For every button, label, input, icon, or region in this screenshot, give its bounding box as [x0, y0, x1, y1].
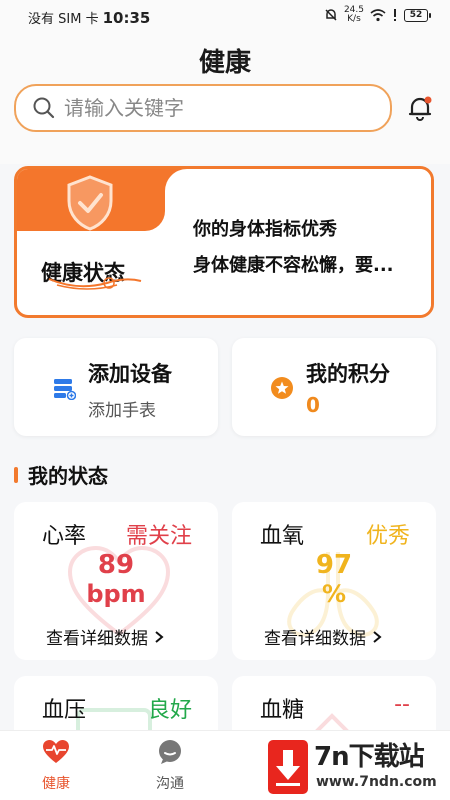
health-status-card[interactable]: 健康状态 你的身体指标优秀 身体健康不容松懈，要... — [14, 166, 434, 318]
heart-rate-value: 89 — [97, 550, 135, 580]
swoosh-decoration — [48, 277, 142, 290]
page-title: 健康 — [198, 48, 251, 78]
add-device-title: 添加设备 — [88, 362, 172, 386]
notification-bell-icon[interactable] — [406, 94, 434, 122]
blood-oxygen-state: 优秀 — [365, 524, 410, 549]
network-speed: 24.5 K/s — [344, 6, 364, 24]
section-accent-bar — [14, 466, 18, 483]
add-device-card[interactable]: 添加设备 添加手表 — [14, 338, 218, 436]
blood-oxygen-card[interactable]: 血氧 优秀 97 % 查看详细数据 — [232, 502, 436, 660]
chevron-right-icon — [155, 630, 164, 643]
blood-oxygen-value: 97 — [315, 550, 353, 580]
tab-communicate[interactable]: 沟通 — [130, 739, 210, 793]
mute-icon — [325, 9, 337, 21]
battery-icon: 52 — [404, 8, 431, 22]
my-points-value: 0 — [306, 393, 320, 417]
site-watermark: 7n下载站 www.7ndn.com — [264, 736, 450, 800]
search-input[interactable] — [64, 96, 364, 120]
health-summary: 你的身体指标优秀 — [193, 219, 337, 240]
heart-rate-unit: bpm — [86, 580, 146, 608]
tab-health[interactable]: 健康 — [16, 739, 96, 793]
chevron-right-icon — [373, 630, 382, 643]
chat-bubble-icon — [159, 740, 181, 764]
download-logo-icon — [268, 740, 308, 794]
watermark-url: www.7ndn.com — [316, 774, 437, 790]
add-device-subtitle: 添加手表 — [88, 401, 156, 421]
heart-rate-name: 心率 — [42, 524, 87, 549]
section-title: 我的状态 — [28, 464, 108, 488]
heart-rate-detail-label: 查看详细数据 — [46, 629, 148, 649]
carrier-text: 没有 SIM 卡 — [28, 12, 99, 27]
heart-rate-state: 需关注 — [125, 524, 192, 549]
header: 健康 — [0, 34, 450, 164]
search-bar[interactable] — [14, 84, 392, 132]
heart-rate-detail-link[interactable]: 查看详细数据 — [46, 624, 164, 649]
speed-unit: K/s — [347, 14, 361, 24]
blood-oxygen-name: 血氧 — [260, 524, 305, 549]
my-points-title: 我的积分 — [306, 362, 390, 386]
blood-pressure-state: 良好 — [147, 698, 192, 723]
my-points-card[interactable]: 我的积分 0 — [232, 338, 436, 436]
points-star-icon — [271, 377, 293, 399]
blood-oxygen-detail-link[interactable]: 查看详细数据 — [264, 624, 382, 649]
shield-check-icon — [67, 175, 113, 231]
status-bar: 没有 SIM 卡 10:35 24.5 K/s 52 — [0, 0, 450, 34]
clock: 10:35 — [102, 8, 151, 27]
alert-icon — [394, 9, 396, 21]
tab-health-label: 健康 — [42, 776, 70, 792]
blood-sugar-state: -- — [394, 692, 410, 717]
wifi-icon — [370, 9, 386, 22]
blood-sugar-name: 血糖 — [260, 698, 305, 723]
status-right: 24.5 K/s 52 — [324, 6, 431, 24]
watermark-title: 7n下载站 — [314, 742, 425, 772]
section-my-status: 我的状态 — [14, 460, 108, 489]
search-icon — [33, 97, 55, 119]
heart-rate-card[interactable]: 心率 需关注 89 bpm 查看详细数据 — [14, 502, 218, 660]
blood-oxygen-detail-label: 查看详细数据 — [264, 629, 366, 649]
blood-pressure-name: 血压 — [42, 698, 87, 723]
blood-oxygen-unit: % — [321, 580, 347, 608]
health-card-content-bg — [165, 169, 431, 315]
health-advice: 身体健康不容松懈，要... — [193, 255, 394, 276]
device-icon — [54, 379, 76, 400]
tab-communicate-label: 沟通 — [156, 776, 184, 792]
heart-pulse-icon — [43, 740, 69, 763]
status-left: 没有 SIM 卡 10:35 — [28, 8, 151, 28]
